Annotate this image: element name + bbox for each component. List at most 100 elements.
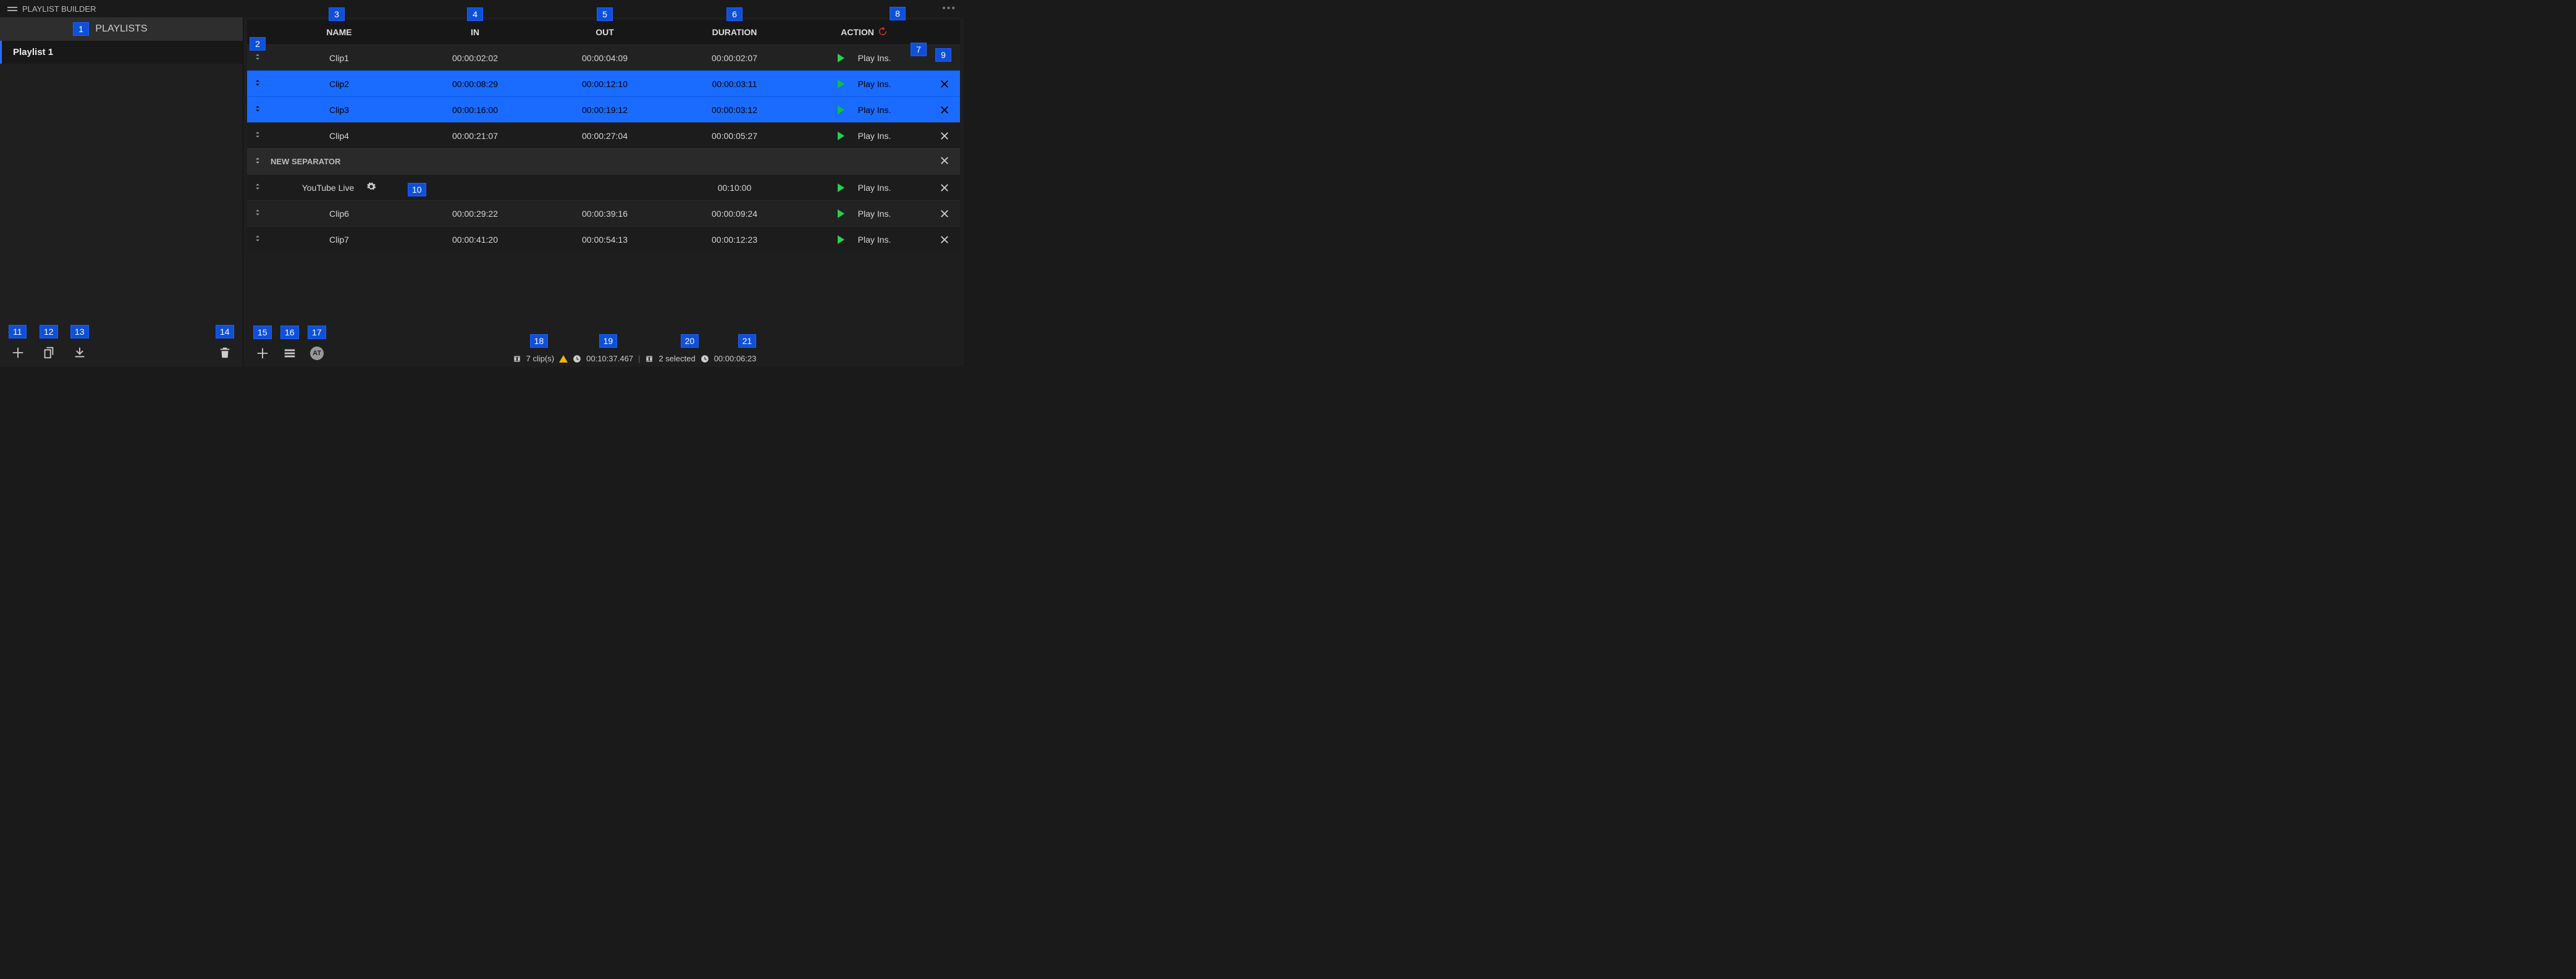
drag-handle-icon[interactable] [247, 156, 268, 167]
delete-row-button[interactable] [939, 208, 950, 219]
clip-in: 00:00:29:22 [410, 209, 540, 219]
callout-7: 7 [911, 43, 927, 56]
download-playlist-button[interactable]: 13 [73, 346, 86, 359]
table-row[interactable]: Clip300:00:16:0000:00:19:1200:00:03:12Pl… [247, 96, 960, 122]
clip-name: Clip2 [329, 79, 349, 89]
add-playlist-button[interactable]: 11 [11, 346, 25, 359]
clip-out: 00:00:12:10 [540, 79, 670, 89]
drag-handle-icon[interactable] [247, 130, 268, 141]
header-action[interactable]: ACTION [841, 27, 874, 37]
header-duration[interactable]: DURATION [712, 27, 757, 37]
drag-handle-icon[interactable] [247, 234, 268, 245]
content-area: 2 NAME 3 IN 4 OUT 5 DURATION [243, 17, 964, 367]
table-row[interactable]: Clip100:00:02:0200:00:04:0900:00:02:07Pl… [247, 44, 960, 70]
at-button[interactable]: AT 17 [310, 347, 324, 360]
delete-row-button[interactable] [939, 182, 950, 193]
callout-13: 13 [70, 325, 89, 338]
action-label: Play Ins. [858, 105, 891, 115]
table-row[interactable]: Clip6 00:00:29:2200:00:39:1600:00:09:24 Pl… [247, 200, 960, 226]
action-label: Play Ins. [858, 79, 891, 89]
callout-6: 6 [726, 7, 743, 21]
callout-8: 8 [890, 7, 906, 20]
delete-row-button[interactable] [939, 234, 950, 245]
play-icon[interactable] [838, 54, 844, 62]
add-separator-button[interactable]: 16 [283, 347, 297, 360]
table-row[interactable]: Clip400:00:21:0700:00:27:0400:00:05:27Pl… [247, 122, 960, 148]
delete-playlist-button[interactable]: 14 [218, 346, 232, 359]
clip-duration: 00:00:03:11 [670, 79, 799, 89]
clip-out: 00:00:27:04 [540, 131, 670, 141]
callout-9: 9 [935, 48, 951, 62]
callout-10: 10 [408, 183, 426, 196]
header-in[interactable]: IN [471, 27, 479, 37]
clip-out: 00:00:04:09 [540, 53, 670, 63]
clip-name: Clip6 [329, 209, 349, 219]
delete-row-button[interactable] [939, 155, 950, 166]
table-row[interactable]: YouTube Live1000:10:00Play Ins. [247, 174, 960, 200]
total-duration: 00:10:37.467 [586, 354, 633, 363]
clip-duration: 00:00:05:27 [670, 131, 799, 141]
callout-11: 11 [9, 325, 27, 338]
separator-row[interactable]: NEW SEPARATOR [247, 148, 960, 174]
header-name[interactable]: NAME [326, 27, 351, 37]
play-icon[interactable] [838, 80, 844, 88]
playlist-item-label: Playlist 1 [13, 47, 53, 57]
callout-4: 4 [467, 7, 483, 21]
play-icon[interactable] [838, 106, 844, 114]
callout-17: 17 [308, 326, 326, 339]
warning-icon [559, 355, 568, 363]
drag-handle-icon[interactable] [247, 208, 268, 219]
clip-out: 00:00:39:16 [540, 209, 670, 219]
duplicate-playlist-button[interactable]: 12 [42, 346, 56, 359]
callout-19: 19 [599, 334, 618, 348]
sidebar: PLAYLISTS 1 Playlist 1 11 12 [0, 17, 243, 367]
delete-row-button[interactable] [939, 130, 950, 141]
clip-duration: 00:00:02:07 [670, 53, 799, 63]
separator-label: NEW SEPARATOR [268, 157, 340, 166]
callout-3: 3 [329, 7, 345, 21]
play-icon[interactable] [838, 209, 844, 218]
header-out[interactable]: OUT [596, 27, 614, 37]
table-row[interactable]: Clip700:00:41:2000:00:54:1300:00:12:23Pl… [247, 226, 960, 252]
refresh-icon[interactable] [878, 27, 888, 38]
callout-18: 18 [530, 334, 549, 348]
delete-row-button[interactable] [939, 104, 950, 116]
sidebar-toolbar: 11 12 13 14 [0, 338, 243, 367]
callout-12: 12 [40, 325, 58, 338]
action-label: Play Ins. [858, 209, 891, 219]
panel-menu-icon[interactable]: ••• [942, 3, 956, 14]
play-icon[interactable] [838, 183, 844, 192]
clip-in: 00:00:41:20 [410, 235, 540, 245]
table-row[interactable]: Clip2 00:00:08:2900:00:12:1000:00:03:11 Pl… [247, 70, 960, 96]
action-label: Play Ins. [858, 131, 891, 141]
panel-title: PLAYLIST BUILDER [22, 4, 96, 14]
delete-row-button[interactable] [939, 78, 950, 90]
panel-drag-icon[interactable] [7, 7, 17, 11]
action-label: Play Ins. [858, 53, 891, 63]
table-header: 2 NAME 3 IN 4 OUT 5 DURATION [247, 20, 960, 44]
callout-5: 5 [597, 7, 613, 21]
playlists-header: PLAYLISTS 1 [0, 17, 243, 41]
callout-21: 21 [738, 334, 757, 348]
selected-count: 2 selected [659, 354, 695, 363]
add-item-button[interactable]: 15 [256, 347, 269, 360]
clip-in: 00:00:08:29 [410, 79, 540, 89]
drag-handle-icon[interactable] [247, 104, 268, 115]
gear-icon[interactable] [366, 182, 376, 193]
clip-name: Clip1 [329, 53, 349, 63]
clip-duration: 00:10:00 [670, 183, 799, 193]
drag-handle-icon[interactable] [247, 78, 268, 89]
drag-handle-icon[interactable] [247, 53, 268, 63]
clip-out: 00:00:54:13 [540, 235, 670, 245]
drag-handle-icon[interactable] [247, 182, 268, 193]
callout-14: 14 [216, 325, 234, 338]
clip-in: 00:00:21:07 [410, 131, 540, 141]
clip-duration: 00:00:12:23 [670, 235, 799, 245]
clip-table: 2 NAME 3 IN 4 OUT 5 DURATION [247, 20, 960, 252]
clip-duration: 00:00:09:24 [670, 209, 799, 219]
play-icon[interactable] [838, 235, 844, 244]
content-toolbar: 15 16 AT 17 7 clip(s) 00 [247, 337, 960, 367]
playlist-item[interactable]: Playlist 1 [0, 41, 243, 64]
play-icon[interactable] [838, 132, 844, 140]
film-icon-2 [645, 355, 654, 363]
